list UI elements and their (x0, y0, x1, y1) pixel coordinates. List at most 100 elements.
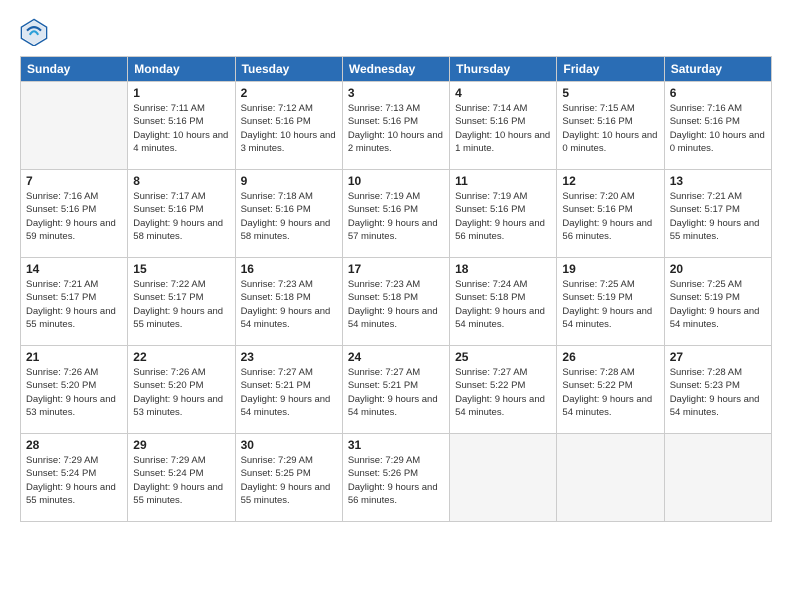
calendar-cell: 22Sunrise: 7:26 AMSunset: 5:20 PMDayligh… (128, 346, 235, 434)
calendar-cell (664, 434, 771, 522)
cell-info: Sunrise: 7:11 AMSunset: 5:16 PMDaylight:… (133, 102, 229, 155)
day-header: Monday (128, 57, 235, 82)
calendar-cell: 3Sunrise: 7:13 AMSunset: 5:16 PMDaylight… (342, 82, 449, 170)
cell-info: Sunrise: 7:19 AMSunset: 5:16 PMDaylight:… (455, 190, 551, 243)
calendar-table: SundayMondayTuesdayWednesdayThursdayFrid… (20, 56, 772, 522)
cell-info: Sunrise: 7:12 AMSunset: 5:16 PMDaylight:… (241, 102, 337, 155)
logo-icon (20, 18, 48, 46)
day-number: 31 (348, 438, 444, 452)
calendar-week-row: 14 Sunrise: 7:21 AMSunset: 5:17 PMDayligh… (21, 258, 772, 346)
day-number: 9 (241, 174, 337, 188)
cell-info: Sunrise: 7:22 AMSunset: 5:17 PMDaylight:… (133, 278, 229, 331)
cell-info: Sunrise: 7:29 AMSunset: 5:25 PMDaylight:… (241, 454, 337, 507)
cell-info: Sunrise: 7:27 AMSunset: 5:21 PMDaylight:… (348, 366, 444, 419)
day-number: 30 (241, 438, 337, 452)
cell-info: Sunrise: 7:21 AMSunset: 5:17 PMDaylight:… (670, 190, 766, 243)
day-number: 4 (455, 86, 551, 100)
day-number: 11 (455, 174, 551, 188)
cell-info: Sunrise: 7:23 AMSunset: 5:18 PMDaylight:… (348, 278, 444, 331)
day-number: 25 (455, 350, 551, 364)
cell-info: Sunrise: 7:15 AMSunset: 5:16 PMDaylight:… (562, 102, 658, 155)
calendar-cell: 13 Sunrise: 7:21 AMSunset: 5:17 PMDayligh… (664, 170, 771, 258)
cell-info: Sunrise: 7:28 AMSunset: 5:22 PMDaylight:… (562, 366, 658, 419)
cell-info: Sunrise: 7:18 AMSunset: 5:16 PMDaylight:… (241, 190, 337, 243)
cell-info: Sunrise: 7:20 AMSunset: 5:16 PMDaylight:… (562, 190, 658, 243)
day-number: 8 (133, 174, 229, 188)
day-number: 3 (348, 86, 444, 100)
day-number: 18 (455, 262, 551, 276)
day-number: 28 (26, 438, 122, 452)
calendar-cell (557, 434, 664, 522)
calendar-cell: 15 Sunrise: 7:22 AMSunset: 5:17 PMDayligh… (128, 258, 235, 346)
calendar-cell: 26 Sunrise: 7:28 AMSunset: 5:22 PMDayligh… (557, 346, 664, 434)
calendar-week-row: 28 Sunrise: 7:29 AMSunset: 5:24 PMDayligh… (21, 434, 772, 522)
calendar-cell: 21Sunrise: 7:26 AMSunset: 5:20 PMDayligh… (21, 346, 128, 434)
day-number: 27 (670, 350, 766, 364)
cell-info: Sunrise: 7:29 AMSunset: 5:24 PMDaylight:… (26, 454, 122, 507)
calendar-cell: 29Sunrise: 7:29 AMSunset: 5:24 PMDayligh… (128, 434, 235, 522)
cell-info: Sunrise: 7:16 AMSunset: 5:16 PMDaylight:… (26, 190, 122, 243)
cell-info: Sunrise: 7:24 AMSunset: 5:18 PMDaylight:… (455, 278, 551, 331)
day-number: 7 (26, 174, 122, 188)
cell-info: Sunrise: 7:25 AMSunset: 5:19 PMDaylight:… (562, 278, 658, 331)
day-number: 17 (348, 262, 444, 276)
calendar-cell: 27 Sunrise: 7:28 AMSunset: 5:23 PMDayligh… (664, 346, 771, 434)
day-number: 16 (241, 262, 337, 276)
calendar-week-row: 7 Sunrise: 7:16 AMSunset: 5:16 PMDaylight… (21, 170, 772, 258)
day-number: 15 (133, 262, 229, 276)
cell-info: Sunrise: 7:26 AMSunset: 5:20 PMDaylight:… (133, 366, 229, 419)
calendar-cell: 16 Sunrise: 7:23 AMSunset: 5:18 PMDayligh… (235, 258, 342, 346)
cell-info: Sunrise: 7:27 AMSunset: 5:21 PMDaylight:… (241, 366, 337, 419)
day-number: 5 (562, 86, 658, 100)
day-number: 26 (562, 350, 658, 364)
day-header: Tuesday (235, 57, 342, 82)
calendar-cell (450, 434, 557, 522)
cell-info: Sunrise: 7:27 AMSunset: 5:22 PMDaylight:… (455, 366, 551, 419)
calendar-cell: 23 Sunrise: 7:27 AMSunset: 5:21 PMDayligh… (235, 346, 342, 434)
cell-info: Sunrise: 7:25 AMSunset: 5:19 PMDaylight:… (670, 278, 766, 331)
cell-info: Sunrise: 7:26 AMSunset: 5:20 PMDaylight:… (26, 366, 122, 419)
day-number: 13 (670, 174, 766, 188)
cell-info: Sunrise: 7:23 AMSunset: 5:18 PMDaylight:… (241, 278, 337, 331)
day-header: Saturday (664, 57, 771, 82)
cell-info: Sunrise: 7:17 AMSunset: 5:16 PMDaylight:… (133, 190, 229, 243)
logo (20, 18, 52, 46)
calendar-cell: 4 Sunrise: 7:14 AMSunset: 5:16 PMDaylight… (450, 82, 557, 170)
calendar-cell: 28 Sunrise: 7:29 AMSunset: 5:24 PMDayligh… (21, 434, 128, 522)
header (20, 18, 772, 46)
calendar-cell: 14 Sunrise: 7:21 AMSunset: 5:17 PMDayligh… (21, 258, 128, 346)
cell-info: Sunrise: 7:14 AMSunset: 5:16 PMDaylight:… (455, 102, 551, 155)
calendar-cell: 7 Sunrise: 7:16 AMSunset: 5:16 PMDaylight… (21, 170, 128, 258)
day-number: 12 (562, 174, 658, 188)
calendar-body: 1 Sunrise: 7:11 AMSunset: 5:16 PMDaylight… (21, 82, 772, 522)
cell-info: Sunrise: 7:28 AMSunset: 5:23 PMDaylight:… (670, 366, 766, 419)
calendar-cell: 12 Sunrise: 7:20 AMSunset: 5:16 PMDayligh… (557, 170, 664, 258)
calendar-cell: 20 Sunrise: 7:25 AMSunset: 5:19 PMDayligh… (664, 258, 771, 346)
day-number: 19 (562, 262, 658, 276)
day-header: Thursday (450, 57, 557, 82)
calendar-cell: 2 Sunrise: 7:12 AMSunset: 5:16 PMDaylight… (235, 82, 342, 170)
cell-info: Sunrise: 7:29 AMSunset: 5:24 PMDaylight:… (133, 454, 229, 507)
day-header: Sunday (21, 57, 128, 82)
calendar-cell: 6 Sunrise: 7:16 AMSunset: 5:16 PMDaylight… (664, 82, 771, 170)
calendar-header-row: SundayMondayTuesdayWednesdayThursdayFrid… (21, 57, 772, 82)
page: SundayMondayTuesdayWednesdayThursdayFrid… (0, 0, 792, 612)
cell-info: Sunrise: 7:16 AMSunset: 5:16 PMDaylight:… (670, 102, 766, 155)
calendar-cell: 11 Sunrise: 7:19 AMSunset: 5:16 PMDayligh… (450, 170, 557, 258)
day-number: 6 (670, 86, 766, 100)
calendar-cell: 10 Sunrise: 7:19 AMSunset: 5:16 PMDayligh… (342, 170, 449, 258)
calendar-cell: 18 Sunrise: 7:24 AMSunset: 5:18 PMDayligh… (450, 258, 557, 346)
cell-info: Sunrise: 7:21 AMSunset: 5:17 PMDaylight:… (26, 278, 122, 331)
day-number: 1 (133, 86, 229, 100)
calendar-week-row: 21Sunrise: 7:26 AMSunset: 5:20 PMDayligh… (21, 346, 772, 434)
day-number: 10 (348, 174, 444, 188)
calendar-cell: 5 Sunrise: 7:15 AMSunset: 5:16 PMDaylight… (557, 82, 664, 170)
day-number: 20 (670, 262, 766, 276)
day-number: 23 (241, 350, 337, 364)
calendar-cell: 30 Sunrise: 7:29 AMSunset: 5:25 PMDayligh… (235, 434, 342, 522)
day-number: 2 (241, 86, 337, 100)
day-number: 14 (26, 262, 122, 276)
cell-info: Sunrise: 7:19 AMSunset: 5:16 PMDaylight:… (348, 190, 444, 243)
calendar-cell: 31Sunrise: 7:29 AMSunset: 5:26 PMDayligh… (342, 434, 449, 522)
calendar-cell: 25 Sunrise: 7:27 AMSunset: 5:22 PMDayligh… (450, 346, 557, 434)
